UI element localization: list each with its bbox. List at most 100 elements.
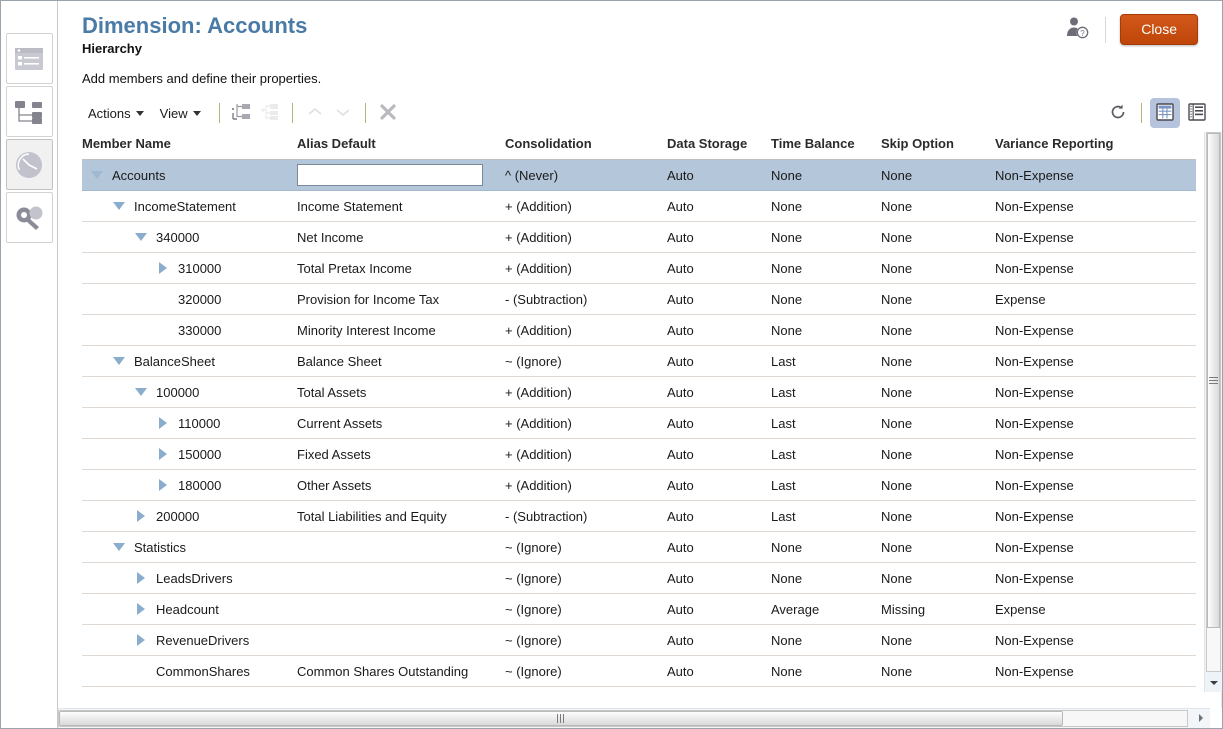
table-row[interactable]: BalanceSheet Balance Sheet ~ (Ignore) Auto L… xyxy=(82,345,1196,377)
cell-consolidation[interactable]: ~ (Ignore) xyxy=(505,531,667,563)
cell-consolidation[interactable]: ~ (Ignore) xyxy=(505,655,667,687)
sidebar-item-form[interactable] xyxy=(5,33,53,84)
cell-member-name[interactable]: BalanceSheet xyxy=(82,345,297,377)
delete-member-button[interactable] xyxy=(374,100,402,126)
cell-consolidation[interactable]: + (Addition) xyxy=(505,252,667,284)
scroll-down-arrow-icon[interactable] xyxy=(1206,673,1221,692)
table-row[interactable]: 340000 Net Income + (Addition) Auto None None… xyxy=(82,221,1196,253)
sidebar-item-performance[interactable] xyxy=(5,139,53,190)
cell-time-balance[interactable]: None xyxy=(771,283,881,315)
cell-skip-option[interactable]: None xyxy=(881,407,995,439)
add-sibling-button[interactable] xyxy=(256,100,284,126)
cell-data-storage[interactable]: Auto xyxy=(667,190,771,222)
cell-alias-default[interactable]: Minority Interest Income xyxy=(297,314,505,346)
vertical-scrollbar-track[interactable] xyxy=(1206,132,1221,672)
cell-skip-option[interactable]: None xyxy=(881,624,995,656)
cell-alias-default[interactable]: Total Liabilities and Equity xyxy=(297,500,505,532)
expand-collapse-toggle-collapsed[interactable] xyxy=(154,439,172,469)
table-row[interactable]: Headcount ~ (Ignore) Auto Average Missing Exp… xyxy=(82,593,1196,625)
cell-consolidation[interactable]: + (Addition) xyxy=(505,376,667,408)
column-header-alias-default[interactable]: Alias Default xyxy=(297,136,505,160)
cell-consolidation[interactable]: - (Subtraction) xyxy=(505,283,667,315)
cell-alias-default[interactable] xyxy=(297,593,505,625)
cell-alias-default[interactable]: Fixed Assets xyxy=(297,438,505,470)
cell-member-name[interactable]: RevenueDrivers xyxy=(82,624,297,656)
cell-variance-reporting[interactable]: Non-Expense xyxy=(995,190,1196,222)
cell-skip-option[interactable]: None xyxy=(881,655,995,687)
cell-data-storage[interactable]: Auto xyxy=(667,469,771,501)
cell-consolidation[interactable]: ~ (Ignore) xyxy=(505,562,667,594)
cell-time-balance[interactable]: Last xyxy=(771,345,881,377)
cell-consolidation[interactable]: + (Addition) xyxy=(505,314,667,346)
cell-time-balance[interactable]: None xyxy=(771,190,881,222)
cell-alias-default[interactable]: Income Statement xyxy=(297,190,505,222)
cell-skip-option[interactable]: None xyxy=(881,283,995,315)
cell-member-name[interactable]: Accounts xyxy=(82,159,297,191)
table-row[interactable]: 110000 Current Assets + (Addition) Auto Last… xyxy=(82,407,1196,439)
cell-skip-option[interactable]: None xyxy=(881,190,995,222)
cell-consolidation[interactable]: + (Addition) xyxy=(505,407,667,439)
expand-collapse-toggle-collapsed[interactable] xyxy=(154,470,172,500)
cell-member-name[interactable]: IncomeStatement xyxy=(82,190,297,222)
expand-collapse-toggle-expanded[interactable] xyxy=(110,191,128,221)
column-header-variance-reporting[interactable]: Variance Reporting xyxy=(995,136,1196,160)
column-header-data-storage[interactable]: Data Storage xyxy=(667,136,771,160)
column-header-time-balance[interactable]: Time Balance xyxy=(771,136,881,160)
cell-consolidation[interactable]: ~ (Ignore) xyxy=(505,345,667,377)
cell-time-balance[interactable]: None xyxy=(771,562,881,594)
cell-skip-option[interactable]: None xyxy=(881,314,995,346)
horizontal-scrollbar-track[interactable] xyxy=(58,710,1188,727)
cell-member-name[interactable]: Statistics xyxy=(82,531,297,563)
cell-consolidation[interactable]: + (Addition) xyxy=(505,221,667,253)
table-row[interactable]: IncomeStatement Income Statement + (Additi… xyxy=(82,190,1196,222)
cell-variance-reporting[interactable]: Non-Expense xyxy=(995,562,1196,594)
cell-data-storage[interactable]: Auto xyxy=(667,531,771,563)
cell-member-name[interactable]: 110000 xyxy=(82,407,297,439)
cell-time-balance[interactable]: Last xyxy=(771,407,881,439)
expand-collapse-toggle-collapsed[interactable] xyxy=(132,501,150,531)
grid-view-button[interactable] xyxy=(1150,98,1180,128)
table-row[interactable]: 200000 Total Liabilities and Equity - (Sub… xyxy=(82,500,1196,532)
cell-time-balance[interactable]: None xyxy=(771,221,881,253)
table-row[interactable]: 330000 Minority Interest Income + (Additio… xyxy=(82,314,1196,346)
cell-variance-reporting[interactable]: Non-Expense xyxy=(995,221,1196,253)
cell-data-storage[interactable]: Auto xyxy=(667,562,771,594)
cell-skip-option[interactable]: None xyxy=(881,500,995,532)
close-button[interactable]: Close xyxy=(1120,14,1198,45)
cell-data-storage[interactable]: Auto xyxy=(667,159,771,191)
cell-data-storage[interactable]: Auto xyxy=(667,345,771,377)
cell-variance-reporting[interactable]: Non-Expense xyxy=(995,624,1196,656)
vertical-scrollbar-thumb[interactable] xyxy=(1207,133,1220,628)
horizontal-scrollbar[interactable] xyxy=(58,708,1210,728)
expand-collapse-toggle-expanded[interactable] xyxy=(88,160,106,190)
expand-collapse-toggle-expanded[interactable] xyxy=(132,377,150,407)
horizontal-scrollbar-thumb[interactable] xyxy=(59,711,1063,726)
cell-data-storage[interactable]: Auto xyxy=(667,376,771,408)
expand-collapse-toggle-expanded[interactable] xyxy=(132,222,150,252)
cell-skip-option[interactable]: None xyxy=(881,376,995,408)
cell-time-balance[interactable]: Last xyxy=(771,469,881,501)
cell-variance-reporting[interactable]: Non-Expense xyxy=(995,531,1196,563)
cell-member-name[interactable]: 150000 xyxy=(82,438,297,470)
cell-skip-option[interactable]: None xyxy=(881,438,995,470)
actions-menu[interactable]: Actions xyxy=(82,103,150,124)
expand-collapse-toggle-collapsed[interactable] xyxy=(132,563,150,593)
cell-alias-default[interactable] xyxy=(297,531,505,563)
expand-collapse-toggle-expanded[interactable] xyxy=(110,346,128,376)
cell-data-storage[interactable]: Auto xyxy=(667,252,771,284)
cell-variance-reporting[interactable]: Non-Expense xyxy=(995,159,1196,191)
cell-variance-reporting[interactable]: Non-Expense xyxy=(995,252,1196,284)
user-help-icon[interactable]: ? xyxy=(1065,16,1091,43)
cell-data-storage[interactable]: Auto xyxy=(667,655,771,687)
cell-alias-default[interactable]: Total Assets xyxy=(297,376,505,408)
sidebar-item-security[interactable] xyxy=(5,192,53,243)
move-down-button[interactable] xyxy=(329,100,357,126)
cell-alias-default[interactable]: Balance Sheet xyxy=(297,345,505,377)
cell-member-name[interactable]: Headcount xyxy=(82,593,297,625)
alias-default-input[interactable] xyxy=(297,164,483,186)
cell-alias-default[interactable]: Total Pretax Income xyxy=(297,252,505,284)
cell-data-storage[interactable]: Auto xyxy=(667,624,771,656)
cell-consolidation[interactable]: ^ (Never) xyxy=(505,159,667,191)
cell-variance-reporting[interactable]: Expense xyxy=(995,283,1196,315)
cell-variance-reporting[interactable]: Non-Expense xyxy=(995,407,1196,439)
